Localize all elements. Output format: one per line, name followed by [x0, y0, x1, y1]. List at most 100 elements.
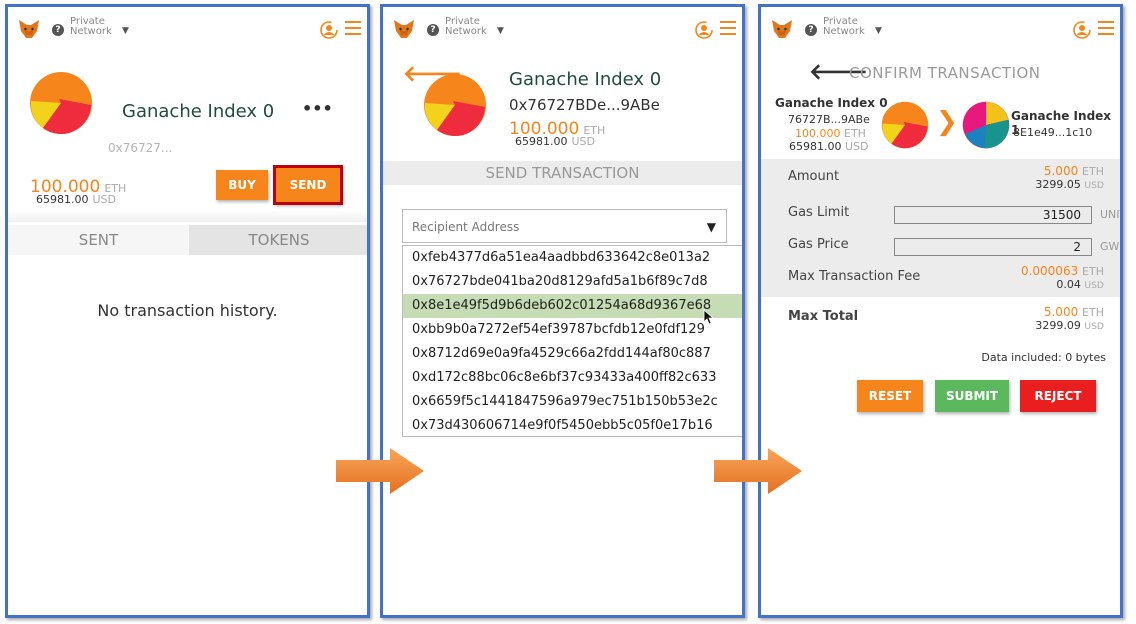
- top-bar: ? Private Network ▼: [761, 7, 1120, 53]
- chevron-down-icon[interactable]: ▼: [875, 26, 882, 36]
- gas-price-input[interactable]: 2: [894, 238, 1092, 256]
- tab-sent[interactable]: SENT: [8, 225, 189, 255]
- max-total-usd: 3299.09 USD: [1035, 319, 1104, 332]
- max-fee-label: Max Transaction Fee: [788, 269, 921, 284]
- max-total-eth-value: 5.000: [1043, 305, 1079, 319]
- dropdown-option[interactable]: 0xfeb4377d6a51ea4aadbbd633642c8e013a2: [403, 246, 742, 270]
- send-button[interactable]: SEND: [273, 165, 343, 205]
- flow-arrow-icon: [714, 448, 802, 494]
- from-identicon-avatar: [881, 101, 929, 149]
- buy-button[interactable]: BUY: [216, 170, 268, 200]
- eth-unit: ETH: [1082, 306, 1104, 319]
- network-selector[interactable]: Private Network: [823, 17, 865, 37]
- account-address[interactable]: 0x76727BDe...9ABe: [509, 96, 660, 114]
- account-name: Ganache Index 0: [509, 69, 662, 90]
- dropdown-option[interactable]: 0xd172c88bc06c8e6bf37c93433a400ff82c633: [403, 366, 742, 390]
- dropdown-option[interactable]: 0x6659f5c1441847596a979ec751b150b53e2c: [403, 390, 742, 414]
- reject-button[interactable]: REJECT: [1020, 380, 1096, 412]
- recipient-dropdown: 0xfeb4377d6a51ea4aadbbd633642c8e013a2 0x…: [402, 245, 742, 438]
- to-address: 8E1e49...1c10: [1013, 126, 1093, 139]
- eth-unit: ETH: [1082, 265, 1104, 278]
- reset-button[interactable]: RESET: [857, 380, 923, 412]
- divider: [8, 210, 367, 222]
- network-label-line2: Network: [70, 26, 112, 37]
- gas-limit-label: Gas Limit: [788, 205, 850, 220]
- chevron-down-icon[interactable]: ▼: [122, 26, 129, 36]
- dropdown-option[interactable]: 0x73d430606714e9f0f5450ebb5c05f0e17b16: [403, 414, 742, 438]
- from-address: 76727B...9ABe: [788, 113, 870, 126]
- amount-eth: 5.000 ETH: [1044, 164, 1104, 178]
- send-transaction-panel: ? Private Network ▼ 🡐 Ganache Index 0 0x…: [380, 4, 745, 618]
- max-fee-usd-value: 0.04: [1056, 278, 1081, 291]
- from-balance-usd: 65981.00 USD: [789, 140, 869, 153]
- identicon-avatar: [30, 72, 92, 135]
- confirm-transaction-panel: ? Private Network ▼ 🡐 CONFIRM TRANSACTIO…: [758, 4, 1123, 618]
- submit-button[interactable]: SUBMIT: [935, 380, 1009, 412]
- usd-unit: USD: [1084, 321, 1104, 332]
- hamburger-menu-icon[interactable]: [1098, 21, 1114, 35]
- metamask-fox-icon[interactable]: [771, 19, 793, 39]
- account-switch-icon[interactable]: [1072, 20, 1092, 40]
- hamburger-menu-icon[interactable]: [345, 21, 361, 35]
- network-selector[interactable]: Private Network: [445, 17, 487, 37]
- data-included-note: Data included: 0 bytes: [981, 351, 1106, 364]
- page-title: CONFIRM TRANSACTION: [849, 64, 1041, 82]
- eth-unit: ETH: [1082, 165, 1104, 178]
- gas-price-unit: GWEI: [1100, 240, 1120, 253]
- gas-limit-unit: UNITS: [1100, 208, 1120, 221]
- metamask-fox-icon[interactable]: [393, 19, 415, 39]
- help-icon[interactable]: ?: [427, 24, 439, 36]
- dropdown-option-highlighted[interactable]: 0x8e1e49f5d9b6deb602c01254a68d9367e68: [403, 294, 742, 318]
- from-balance-eth: 100.000 ETH: [795, 127, 866, 140]
- gas-price-label: Gas Price: [788, 237, 849, 252]
- from-balance-usd-value: 65981.00: [789, 140, 842, 153]
- account-switch-icon[interactable]: [694, 20, 714, 40]
- to-identicon-avatar: [962, 101, 1010, 149]
- balance-usd: 65981.00 USD: [36, 193, 116, 206]
- chevron-down-icon[interactable]: ▼: [707, 210, 716, 244]
- top-bar: ? Private Network ▼: [383, 7, 742, 53]
- usd-unit: USD: [1084, 180, 1104, 191]
- empty-history-message: No transaction history.: [97, 301, 278, 320]
- flow-arrow-icon: [336, 448, 424, 494]
- gas-limit-input[interactable]: 31500: [894, 206, 1092, 224]
- recipient-address-select[interactable]: Recipient Address ▼: [402, 209, 727, 243]
- chevron-down-icon[interactable]: ▼: [497, 26, 504, 36]
- amount-usd-value: 3299.05: [1035, 178, 1081, 191]
- eth-unit: ETH: [844, 127, 866, 140]
- amount-eth-value: 5.000: [1043, 164, 1079, 178]
- network-label-line2: Network: [445, 26, 487, 37]
- account-name: Ganache Index 0: [122, 101, 275, 122]
- amount-usd: 3299.05 USD: [1035, 178, 1104, 191]
- from-balance-eth-value: 100.000: [795, 127, 841, 140]
- account-address[interactable]: 0x76727...: [108, 141, 172, 155]
- max-total-usd-value: 3299.09: [1035, 319, 1081, 332]
- help-icon[interactable]: ?: [805, 24, 817, 36]
- more-options-icon[interactable]: •••: [302, 99, 333, 118]
- max-fee-eth-value: 0.000063: [1020, 264, 1079, 278]
- network-label-line2: Network: [823, 26, 865, 37]
- dropdown-option[interactable]: 0x76727bde041ba20d8129afd5a1b6f89c7d8: [403, 270, 742, 294]
- usd-unit: USD: [92, 193, 117, 206]
- balance-usd-value: 65981.00: [515, 135, 568, 148]
- account-switch-icon[interactable]: [319, 20, 339, 40]
- tab-tokens[interactable]: TOKENS: [189, 225, 367, 255]
- metamask-fox-icon[interactable]: [18, 19, 40, 39]
- dropdown-option[interactable]: 0xbb9b0a7272ef54ef39787bcfdb12e0fdf129: [403, 318, 742, 342]
- amount-label: Amount: [788, 169, 840, 184]
- network-selector[interactable]: Private Network: [70, 17, 112, 37]
- balance-usd-value: 65981.00: [36, 193, 89, 206]
- identicon-avatar: [424, 74, 486, 137]
- max-fee-eth: 0.000063 ETH: [1021, 264, 1104, 278]
- wallet-home-panel: ? Private Network ▼ Ganache Index 0 ••• …: [5, 4, 370, 618]
- dropdown-option[interactable]: 0x8712d69e0a9fa4529c66a2fdd144af80c887: [403, 342, 742, 366]
- section-title: SEND TRANSACTION: [383, 161, 742, 185]
- max-total-label: Max Total: [788, 309, 859, 324]
- mouse-cursor-icon: [703, 309, 713, 325]
- usd-unit: USD: [1084, 280, 1104, 291]
- usd-unit: USD: [571, 135, 596, 148]
- max-fee-usd: 0.04 USD: [1056, 278, 1104, 291]
- recipient-placeholder: Recipient Address: [412, 220, 520, 234]
- help-icon[interactable]: ?: [52, 24, 64, 36]
- hamburger-menu-icon[interactable]: [720, 21, 736, 35]
